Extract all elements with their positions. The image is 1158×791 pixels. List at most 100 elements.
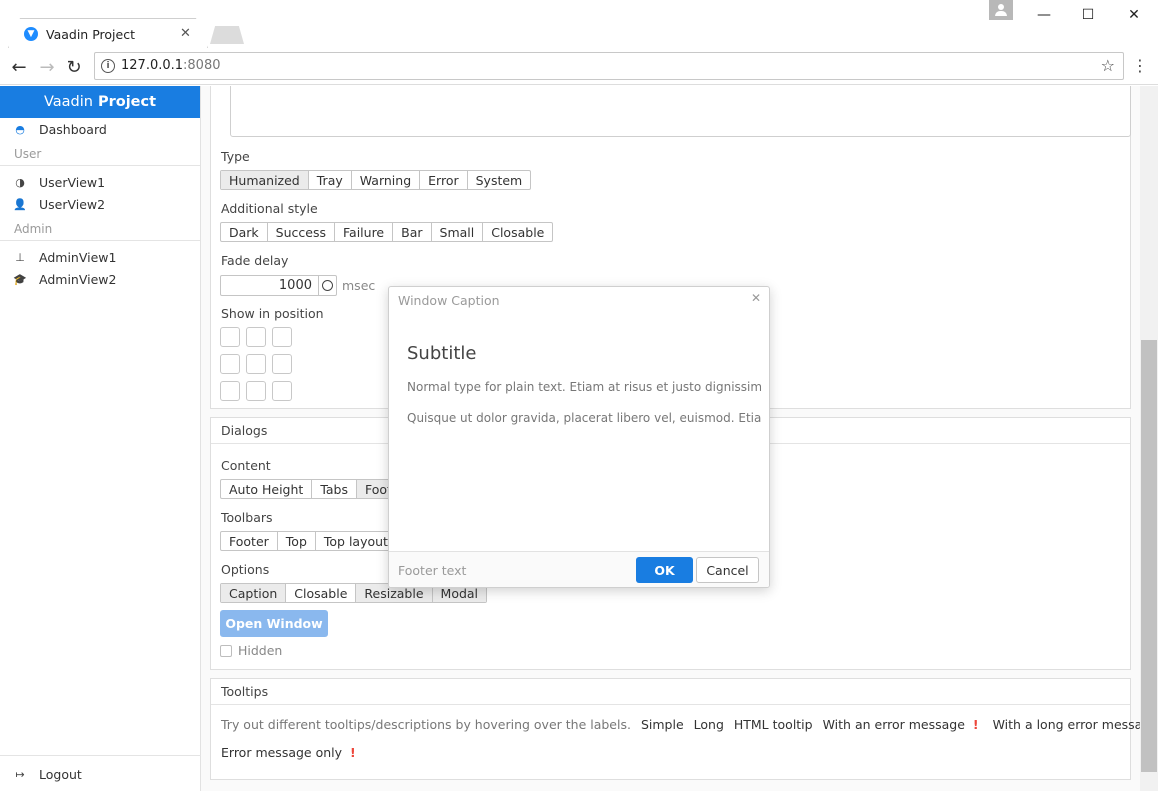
fade-delay-label: Fade delay [221,253,289,268]
tooltips-intro: Try out different tooltips/descriptions … [221,717,631,732]
toolbar-footer-button[interactable]: Footer [221,532,278,550]
window-caption[interactable]: Window Caption [398,293,500,308]
sidebar-section-user: User [0,140,200,166]
browser-menu-icon[interactable]: ⋮ [1132,56,1148,75]
open-window-button[interactable]: Open Window [220,610,328,637]
close-window-icon[interactable]: ✕ [1119,4,1149,26]
style-success-button[interactable]: Success [268,223,335,241]
sidebar-item-adminview1[interactable]: ⊥ AdminView1 [0,246,200,268]
sidebar-item-dashboard[interactable]: ◓ Dashboard [0,118,200,140]
tab-close-icon[interactable]: ✕ [180,26,191,41]
forward-arrow-icon[interactable]: → [36,56,58,78]
toolbar-top-layout-button[interactable]: Top layout [316,532,396,550]
tooltip-long-error[interactable]: With a long error message [993,717,1140,732]
tooltips-row-2: Error message only ! [221,745,366,760]
minimize-icon[interactable]: — [1029,4,1059,26]
sidebar: Vaadin Project ◓ Dashboard User ◑ UserVie… [0,86,201,791]
position-top-left[interactable] [220,327,240,347]
option-caption-button[interactable]: Caption [221,584,287,602]
stamp-icon: ⊥ [15,250,25,264]
back-arrow-icon[interactable]: ← [8,56,30,78]
window-footer: Footer text OK Cancel [389,551,769,587]
window-paragraph-2: Quisque ut dolor gravida, placerat liber… [407,411,761,425]
style-button-group: Dark Success Failure Bar Small Closable [220,222,554,242]
site-info-icon[interactable]: i [101,59,115,73]
style-closable-button[interactable]: Closable [483,223,552,241]
style-failure-button[interactable]: Failure [335,223,394,241]
vaadin-favicon-icon: ▼ [24,27,38,41]
style-small-button[interactable]: Small [432,223,484,241]
new-tab-button[interactable] [210,26,244,44]
content-auto-height-button[interactable]: Auto Height [221,480,313,498]
sidebar-item-userview1[interactable]: ◑ UserView1 [0,171,200,193]
scrollbar-thumb[interactable] [1141,340,1157,772]
position-middle-right[interactable] [272,354,292,374]
tab-title: Vaadin Project [46,26,135,42]
position-bottom-left[interactable] [220,381,240,401]
fade-delay-field[interactable]: 1000 [220,275,337,296]
sidebar-item-logout[interactable]: ↦ Logout [0,763,201,785]
logout-container: ↦ Logout [0,755,201,785]
app-title[interactable]: Vaadin Project [0,86,200,118]
notification-text-area[interactable] [230,86,1131,137]
type-humanized-button[interactable]: Humanized [221,171,309,189]
type-error-button[interactable]: Error [420,171,468,189]
sidebar-item-userview2[interactable]: 👤 UserView2 [0,193,200,215]
address-bar[interactable]: i 127.0.0.1:8080 ☆ [94,52,1124,80]
ok-button[interactable]: OK [636,557,693,583]
tooltip-with-error[interactable]: With an error message [823,717,965,732]
reload-icon[interactable]: ↻ [63,56,85,78]
style-dark-button[interactable]: Dark [221,223,268,241]
position-bottom-center[interactable] [246,381,266,401]
logout-icon: ↦ [15,767,25,781]
toolbars-button-group: Footer Top Top layout [220,531,397,551]
type-label: Type [221,149,250,164]
sidebar-section-admin: Admin [0,215,200,241]
option-closable-button[interactable]: Closable [286,584,357,602]
position-top-right[interactable] [272,327,292,347]
tooltip-simple[interactable]: Simple [641,717,684,732]
position-middle-left[interactable] [220,354,240,374]
tooltip-html[interactable]: HTML tooltip [734,717,813,732]
cancel-button[interactable]: Cancel [696,557,759,583]
timer-icon[interactable] [318,276,336,295]
browser-titlebar: ▼ Vaadin Project ✕ — ☐ ✕ [0,0,1158,48]
type-warning-button[interactable]: Warning [352,171,421,189]
maximize-icon[interactable]: ☐ [1073,4,1103,26]
window-dialog: Window Caption ✕ Subtitle Normal type fo… [388,286,770,588]
fade-delay-value[interactable]: 1000 [221,276,318,295]
tooltip-error-only[interactable]: Error message only [221,745,342,760]
content-label: Content [221,458,271,473]
half-circle-icon: ◑ [15,175,25,189]
page-scrollbar[interactable] [1140,86,1158,791]
toolbar-top-button[interactable]: Top [278,532,316,550]
position-bottom-right[interactable] [272,381,292,401]
bookmark-star-icon[interactable]: ☆ [1101,56,1115,75]
tooltip-long[interactable]: Long [694,717,724,732]
tooltips-panel: Tooltips Try out different tooltips/desc… [210,678,1140,780]
content-tabs-button[interactable]: Tabs [312,480,358,498]
footer-text: Footer text [398,563,467,578]
position-top-center[interactable] [246,327,266,347]
checkbox-box[interactable] [220,644,232,657]
content-button-group: Auto Height Tabs Footer [220,479,414,499]
browser-tab-content[interactable]: ▼ Vaadin Project [24,24,135,44]
style-bar-button[interactable]: Bar [393,223,432,241]
type-system-button[interactable]: System [468,171,531,189]
hidden-checkbox[interactable]: Hidden [220,643,282,658]
close-icon[interactable]: ✕ [751,291,761,305]
toolbars-label: Toolbars [221,510,273,525]
error-indicator-icon: ! [350,745,356,760]
user-icon: 👤 [13,197,27,211]
options-label: Options [221,562,270,577]
tooltips-row: Try out different tooltips/descriptions … [221,717,1140,732]
window-subtitle: Subtitle [407,343,477,364]
show-in-position-label: Show in position [221,306,324,321]
error-indicator-icon: ! [972,717,979,732]
window-paragraph-1: Normal type for plain text. Etiam at ris… [407,380,761,394]
sidebar-item-adminview2[interactable]: 🎓 AdminView2 [0,268,200,290]
browser-toolbar: ← → ↻ i 127.0.0.1:8080 ☆ ⋮ [0,48,1158,85]
profile-icon[interactable] [989,0,1013,20]
type-tray-button[interactable]: Tray [309,171,352,189]
position-middle-center[interactable] [246,354,266,374]
